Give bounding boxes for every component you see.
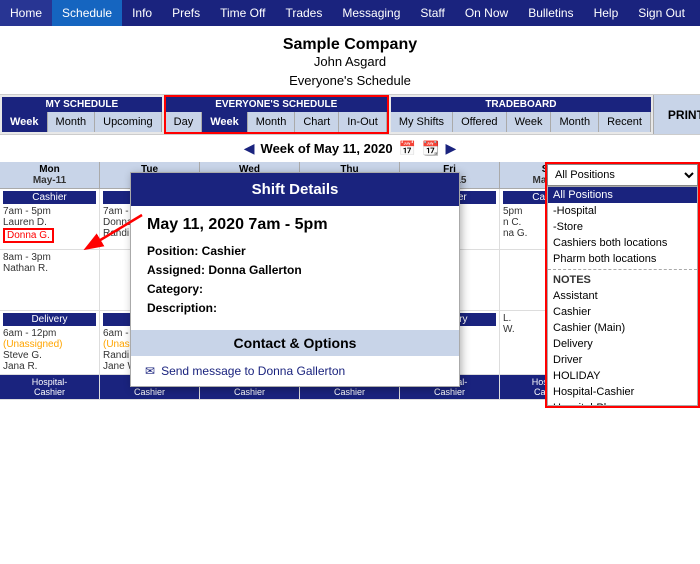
popup-category: Category: [147,282,443,296]
send-message-link[interactable]: ✉ Send message to Donna Gallerton [131,356,459,386]
day-header-mon: MonMay-11 [0,162,100,189]
pos-delivery[interactable]: Delivery [548,336,697,352]
top-navigation: Home Schedule Info Prefs Time Off Trades… [0,0,700,26]
week-label: Week of May 11, 2020 [261,141,393,156]
positions-list: All Positions -Hospital -Store Cashiers … [547,186,698,406]
cell-mon-delivery: Delivery 6am - 12pm (Unassigned) Steve G… [0,311,100,374]
positions-panel: All Positions All Positions -Hospital -S… [545,162,700,408]
print-button[interactable]: PRINT [653,95,700,134]
nav-prefs[interactable]: Prefs [162,0,210,26]
nav-help[interactable]: Help [584,0,629,26]
nav-home[interactable]: Home [0,0,52,26]
popup-position: Position: Cashier [147,244,443,258]
popup-description: Description: [147,301,443,315]
everyones-schedule-section: EVERYONE'S SCHEDULE Day Week Month Chart… [164,95,389,134]
main-content: MonMay-11 TueMay-12 WedMay-13 ThuMay-14 … [0,162,700,400]
popup-assigned-value: Donna Gallerton [208,263,301,277]
nav-info[interactable]: Info [122,0,162,26]
everyones-tabs: Day Week Month Chart In-Out [166,112,387,132]
tab-day[interactable]: Day [166,112,203,132]
pos-pharm-both[interactable]: Pharm both locations [548,251,697,267]
tab-month[interactable]: Month [248,112,296,132]
popup-date-time: May 11, 2020 7am - 5pm [147,216,443,234]
tab-chart[interactable]: Chart [295,112,339,132]
tab-trade-month[interactable]: Month [551,112,599,132]
everyones-label: EVERYONE'S SCHEDULE [166,97,387,112]
bottom-mon: Hospital-Cashier [0,375,100,399]
week-navigation: ◀ Week of May 11, 2020 📅 📆 ▶ [0,135,700,162]
message-icon: ✉ [145,364,155,378]
nav-staff[interactable]: Staff [410,0,454,26]
donna-g-highlighted[interactable]: Donna G. [3,228,54,243]
tradeboard-label: TRADEBOARD [391,97,651,112]
nav-sign-out[interactable]: Sign Out [628,0,695,26]
pos-hospital[interactable]: -Hospital [548,203,697,219]
pos-assistant[interactable]: Assistant [548,288,697,304]
nav-trades[interactable]: Trades [275,0,332,26]
cell-mon-nathan: 8am - 3pm Nathan R. [0,250,100,310]
pos-notes-header: NOTES [548,272,697,288]
contact-options-label: Contact & Options [131,330,459,356]
pos-hospital-pharm[interactable]: Hospital-Pharm [548,400,697,406]
popup-body: May 11, 2020 7am - 5pm Position: Cashier… [131,206,459,330]
tradeboard-section: TRADEBOARD My Shifts Offered Week Month … [389,95,653,134]
delivery-label-mon: Delivery [3,313,96,326]
popup-position-value: Cashier [202,244,246,258]
pos-holiday[interactable]: HOLIDAY [548,368,697,384]
tab-week[interactable]: Week [202,112,248,132]
pos-hospital-cashier[interactable]: Hospital-Cashier [548,384,697,400]
tab-trade-week[interactable]: Week [507,112,552,132]
tab-in-out[interactable]: In-Out [339,112,387,132]
pos-driver[interactable]: Driver [548,352,697,368]
send-message-text: Send message to Donna Gallerton [161,364,345,378]
tab-my-week[interactable]: Week [2,112,48,132]
schedule-type-label: Everyone's Schedule [0,73,700,88]
tab-my-shifts[interactable]: My Shifts [391,112,453,132]
popup-title: Shift Details [131,173,459,206]
nav-messaging[interactable]: Messaging [332,0,410,26]
page-header: Sample Company John Asgard Everyone's Sc… [0,26,700,94]
cashier-label-mon: Cashier [3,191,96,204]
popup-assigned: Assigned: Donna Gallerton [147,263,443,277]
pos-cashier-main[interactable]: Cashier (Main) [548,320,697,336]
shift-details-popup: Shift Details May 11, 2020 7am - 5pm Pos… [130,172,460,387]
my-schedule-label: MY SCHEDULE [2,97,162,112]
tradeboard-tabs: My Shifts Offered Week Month Recent [391,112,651,132]
tab-recent[interactable]: Recent [599,112,651,132]
nav-time-off[interactable]: Time Off [210,0,275,26]
tab-offered[interactable]: Offered [453,112,507,132]
user-name: John Asgard [0,54,700,69]
pos-all-positions[interactable]: All Positions [548,187,697,203]
pos-cashier[interactable]: Cashier [548,304,697,320]
next-week-button[interactable]: ▶ [445,140,456,157]
my-schedule-tabs: Week Month Upcoming [2,112,162,132]
tab-my-month[interactable]: Month [48,112,96,132]
company-name: Sample Company [0,36,700,54]
pos-store[interactable]: -Store [548,219,697,235]
schedule-navigation: MY SCHEDULE Week Month Upcoming EVERYONE… [0,94,700,135]
pos-cashiers-both[interactable]: Cashiers both locations [548,235,697,251]
my-schedule-section: MY SCHEDULE Week Month Upcoming [0,95,164,134]
prev-week-button[interactable]: ◀ [244,140,255,157]
nav-on-now[interactable]: On Now [455,0,518,26]
nav-schedule[interactable]: Schedule [52,0,122,26]
positions-select[interactable]: All Positions [547,164,698,186]
tab-my-upcoming[interactable]: Upcoming [95,112,162,132]
calendar-icon[interactable]: 📅 [399,140,416,157]
nav-bulletins[interactable]: Bulletins [518,0,583,26]
calendar-alt-icon[interactable]: 📆 [422,140,439,157]
red-arrow-indicator [72,210,152,253]
